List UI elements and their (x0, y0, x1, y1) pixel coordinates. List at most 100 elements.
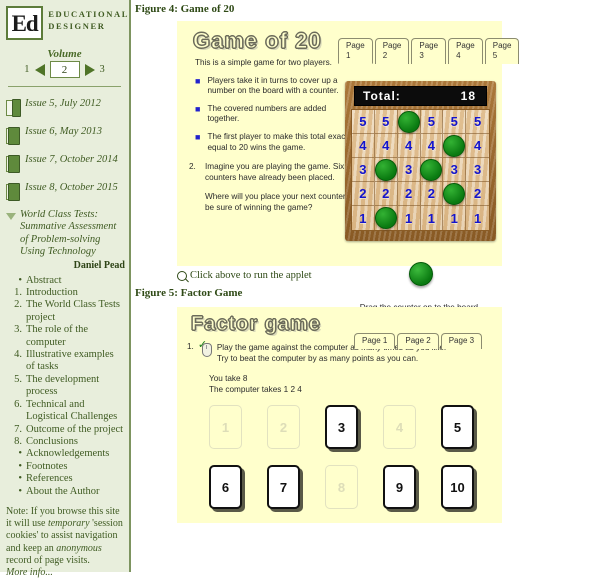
chevron-left-icon[interactable] (34, 63, 45, 76)
number-card-10[interactable]: 10 (441, 465, 474, 509)
cookie-note-p3: record of page visits. (6, 554, 90, 566)
figure-4-caption: Figure 4: Game of 20 (135, 3, 235, 15)
placed-counter[interactable] (397, 110, 420, 133)
sidebar-item-issue-5[interactable]: Issue 5, July 2012 (0, 93, 129, 121)
sidebar-item-issue-6[interactable]: Issue 6, May 2013 (0, 121, 129, 149)
number-card-6[interactable]: 6 (209, 465, 242, 509)
board-cell[interactable]: 4 (420, 134, 444, 158)
number-card-2: 2 (267, 405, 300, 449)
tab-page-5[interactable]: Page 5 (484, 38, 520, 64)
tab-page-4[interactable]: Page 4 (448, 38, 483, 64)
board-cell[interactable]: 1 (466, 206, 489, 230)
toc-marker: 4. (14, 349, 22, 361)
board-cell[interactable]: 3 (466, 158, 489, 182)
more-info-link[interactable]: More info... (6, 567, 123, 579)
tab-page-3[interactable]: Page 3 (440, 333, 483, 349)
magnifier-icon (177, 270, 187, 281)
toc-item[interactable]: • Abstract (6, 275, 125, 287)
number-cards-row-2: 6 7 8 9 10 (177, 449, 502, 509)
board-cell[interactable]: 1 (398, 206, 421, 230)
board-cell[interactable]: 1 (374, 206, 398, 230)
board-cell[interactable]: 5 (397, 110, 421, 134)
number-card-3[interactable]: 3 (325, 405, 358, 449)
sidebar-item-issue-7[interactable]: Issue 7, October 2014 (0, 149, 129, 177)
current-article[interactable]: World Class Tests: Summative Assessment … (0, 205, 129, 259)
board-cell[interactable]: 4 (397, 134, 421, 158)
tab-page-2[interactable]: Page 2 (397, 333, 439, 349)
site-logo[interactable]: Ed EDUCATIONAL DESIGNER (0, 0, 129, 42)
board-cell[interactable]: 5 (352, 110, 375, 134)
board-cell[interactable]: 1 (421, 206, 444, 230)
board-cell[interactable]: 5 (466, 110, 489, 134)
board-cell[interactable]: 4 (466, 134, 489, 158)
figure-5-caption: Figure 5: Factor Game (135, 287, 243, 299)
number-cards-row-1: 12345 (177, 395, 502, 449)
cell-number: 1 (427, 210, 436, 226)
board-cell[interactable]: 5 (420, 110, 444, 134)
board-cell[interactable]: 3 (374, 158, 398, 182)
game-of-20-applet[interactable]: Game of 20 Page 1 Page 2 Page 3 Page 4 P… (177, 21, 520, 312)
toc-item[interactable]: 8. Conclusions (6, 436, 125, 448)
board-cell[interactable]: 2 (397, 182, 421, 206)
toc-item[interactable]: • About the Author (6, 486, 125, 498)
board-cell[interactable]: 2 (466, 182, 489, 206)
board-cell[interactable]: 3 (420, 158, 444, 182)
placed-counter[interactable] (420, 158, 443, 181)
board-cell[interactable]: 3 (352, 158, 375, 182)
number-card-9[interactable]: 9 (383, 465, 416, 509)
placed-counter[interactable] (443, 134, 466, 157)
factor-game-applet[interactable]: Factor game Page 1 Page 2 Page 3 1. ✓ Pl… (177, 307, 502, 523)
toc-item[interactable]: 4. Illustrative examples of tasks (6, 349, 125, 374)
board-cell[interactable]: 2 (443, 182, 467, 206)
toc-item[interactable]: 2. The World Class Tests project (6, 299, 125, 324)
cookie-note-em2: anonymous (56, 542, 102, 554)
toc-item[interactable]: 5. The development process (6, 374, 125, 399)
run-applet-link[interactable]: Click above to run the applet (177, 270, 600, 281)
board-cell[interactable]: 4 (374, 134, 398, 158)
toc-item[interactable]: • References (6, 473, 125, 485)
sidebar-item-issue-8[interactable]: Issue 8, October 2015 (0, 177, 129, 205)
logo-wordmark: EDUCATIONAL DESIGNER (48, 6, 129, 32)
toc-item[interactable]: 7. Outcome of the project (6, 424, 125, 436)
board-cell[interactable]: 2 (374, 182, 398, 206)
tab-page-3[interactable]: Page 3 (411, 38, 447, 64)
volume-next-number[interactable]: 3 (100, 64, 105, 75)
bullet-icon: ■ (195, 75, 201, 86)
toc-label: The development process (26, 373, 100, 398)
chevron-right-icon[interactable] (84, 63, 95, 76)
draggable-counter[interactable] (409, 262, 433, 286)
board-cell[interactable]: 5 (374, 110, 398, 134)
toc-item[interactable]: • Acknowledgements (6, 448, 125, 460)
toc-item[interactable]: • Footnotes (6, 461, 125, 473)
placed-counter[interactable] (443, 182, 466, 205)
board-cell[interactable]: 1 (443, 206, 467, 230)
board-cell[interactable]: 3 (443, 158, 467, 182)
number-card-7[interactable]: 7 (267, 465, 300, 509)
volume-prev-number[interactable]: 1 (24, 64, 29, 75)
board-cell[interactable]: 1 (352, 206, 375, 230)
toc-item[interactable]: 3. The role of the computer (6, 324, 125, 349)
game-board[interactable]: Total: 18 555555444444333333222222111111 (345, 81, 496, 241)
tab-page-1[interactable]: Page 1 (354, 333, 396, 349)
number-grid[interactable]: 555555444444333333222222111111 (351, 109, 490, 231)
logo-line-1: EDUCATIONAL (48, 9, 129, 19)
toc-item[interactable]: 6. Technical and Logistical Challenges (6, 399, 125, 424)
issue-label: Issue 8, October 2015 (25, 182, 118, 193)
board-cell[interactable]: 5 (443, 110, 467, 134)
caret-down-icon[interactable] (6, 213, 16, 220)
board-cell[interactable]: 2 (352, 182, 375, 206)
cell-number: 3 (359, 162, 367, 177)
board-cell[interactable]: 3 (397, 158, 421, 182)
question-body: Imagine you are playing the game. Six co… (205, 162, 355, 222)
tab-page-1[interactable]: Page 1 (338, 38, 373, 64)
number-card-5[interactable]: 5 (441, 405, 474, 449)
placed-counter[interactable] (374, 158, 397, 181)
board-cell[interactable]: 2 (420, 182, 444, 206)
placed-counter[interactable] (374, 207, 397, 229)
toc-marker: 5. (14, 373, 22, 385)
board-cell[interactable]: 4 (352, 134, 375, 158)
book-icon (6, 183, 20, 201)
tab-page-2[interactable]: Page 2 (374, 38, 410, 64)
toc-item[interactable]: 1. Introduction (6, 287, 125, 299)
board-cell[interactable]: 4 (443, 134, 467, 158)
